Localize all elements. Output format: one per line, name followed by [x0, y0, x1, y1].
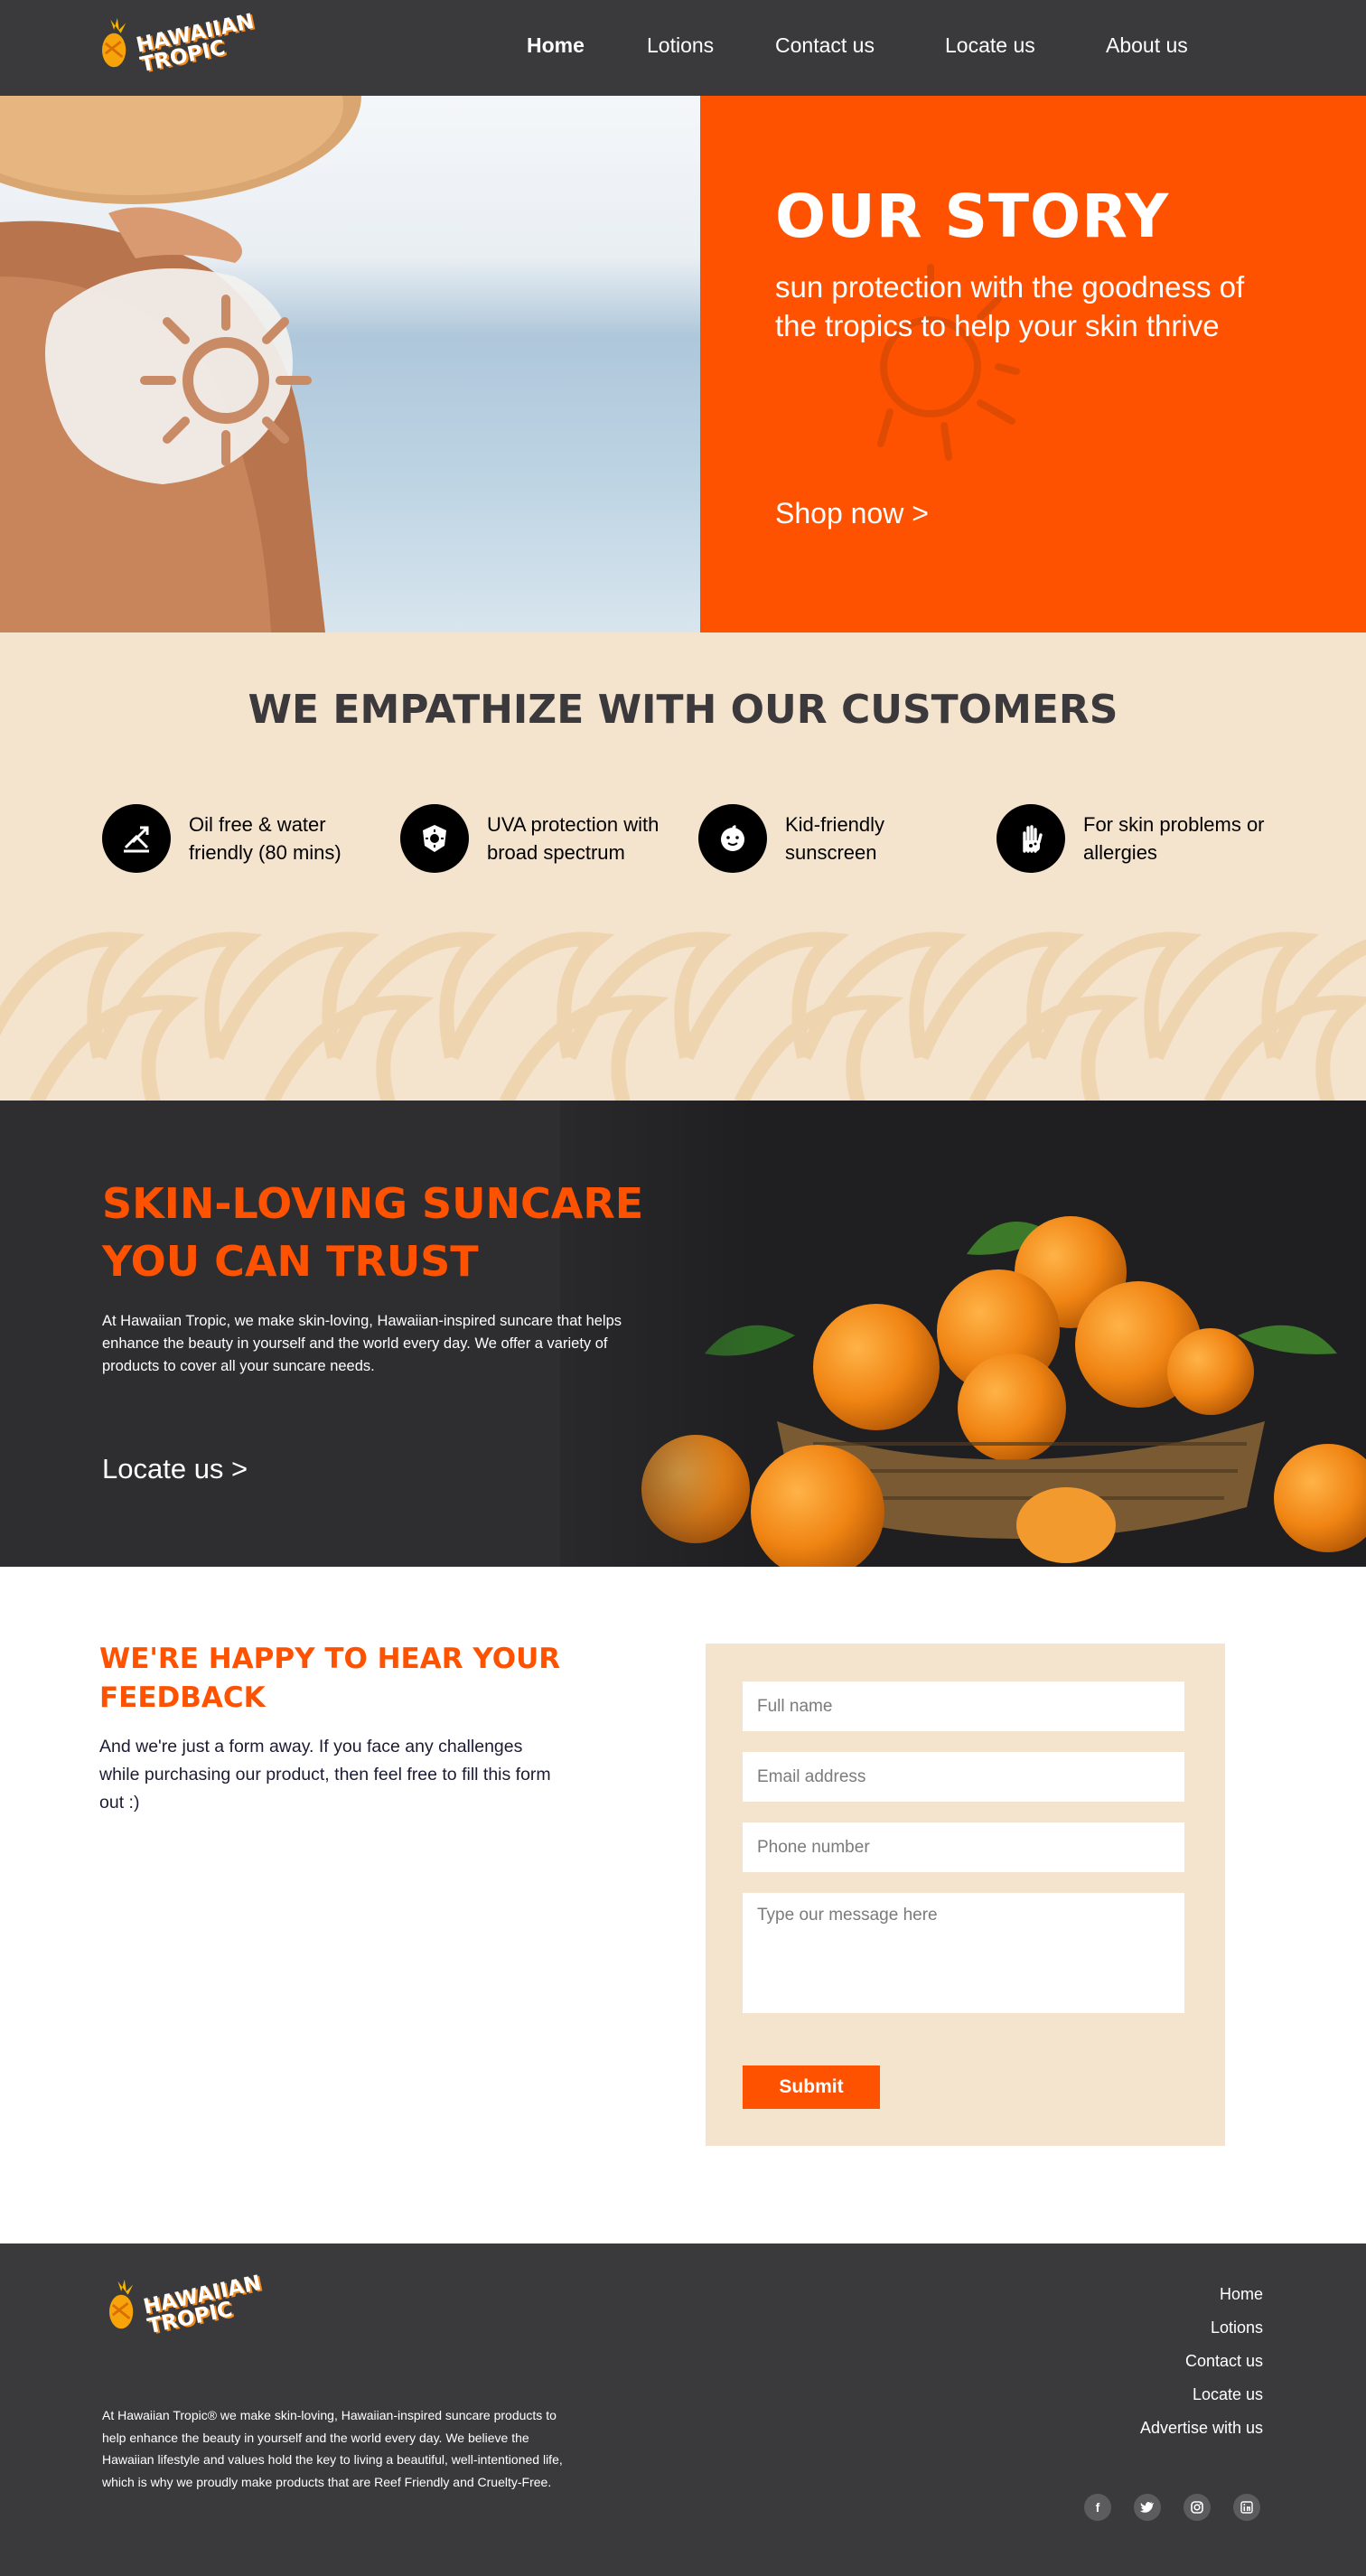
footer-link-home[interactable]: Home [1140, 2278, 1263, 2311]
footer-link-advertise[interactable]: Advertise with us [1140, 2412, 1263, 2445]
locate-us-link[interactable]: Locate us > [102, 1453, 248, 1485]
message-textarea[interactable] [743, 1893, 1184, 2013]
nav-home[interactable]: Home [527, 33, 585, 58]
twitter-icon[interactable] [1134, 2494, 1161, 2521]
empathize-title: WE EMPATHIZE WITH OUR CUSTOMERS [248, 687, 1118, 733]
sunscreen-shoulder-illustration [0, 96, 361, 632]
linkedin-icon[interactable] [1233, 2494, 1260, 2521]
submit-button[interactable]: Submit [743, 2065, 880, 2109]
nav-contact-us[interactable]: Contact us [775, 33, 875, 58]
pineapple-logo-icon [102, 17, 126, 68]
feature-label: UVA protection with broad spectrum [487, 813, 660, 864]
feedback-title: WE'RE HAPPY TO HEAR YOUR FEEDBACK [99, 1643, 561, 1714]
footer-brand-logo[interactable]: HAWAIIAN TROPIC [105, 2272, 264, 2338]
nav-locate-us[interactable]: Locate us [945, 33, 1035, 58]
full-name-input[interactable] [743, 1681, 1184, 1731]
trust-body: At Hawaiian Tropic, we make skin-loving,… [102, 1313, 622, 1374]
trust-title: SKIN-LOVING SUNCARE YOU CAN TRUST [102, 1179, 644, 1286]
baby-face-icon [698, 804, 767, 873]
feedback-form: Submit [706, 1644, 1225, 2146]
email-input[interactable] [743, 1752, 1184, 1802]
hero-panel: OUR STORY sun protection with the goodne… [700, 96, 1366, 632]
footer-link-contact-us[interactable]: Contact us [1140, 2345, 1263, 2378]
feature-water-friendly: Oil free & water friendly (80 mins) [102, 804, 379, 873]
facebook-icon[interactable]: f [1084, 2494, 1111, 2521]
instagram-icon[interactable] [1184, 2494, 1211, 2521]
footer-about-text: At Hawaiian Tropic® we make skin-loving,… [102, 2408, 563, 2489]
brand-logo[interactable]: HAWAIIAN TROPIC [98, 10, 257, 77]
empathize-section: WE EMPATHIZE WITH OUR CUSTOMERS Oil free… [0, 632, 1366, 1101]
feature-label: Oil free & water friendly (80 mins) [189, 813, 342, 864]
site-header: HAWAIIAN TROPIC Home Lotions Contact us … [0, 0, 1366, 96]
feature-skin-problems: For skin problems or allergies [996, 804, 1273, 873]
footer-link-lotions[interactable]: Lotions [1140, 2311, 1263, 2345]
hero-image [0, 96, 700, 632]
nav-about-us[interactable]: About us [1106, 33, 1188, 58]
feature-uva-protection: UVA protection with broad spectrum [400, 804, 677, 873]
pineapple-logo-icon [109, 2279, 134, 2329]
sun-shield-icon [400, 804, 469, 873]
trust-section: SKIN-LOVING SUNCARE YOU CAN TRUST At Haw… [0, 1101, 1366, 1567]
brand-wordmark: HAWAIIAN TROPIC [141, 2271, 264, 2339]
feedback-body: And we're just a form away. If you face … [99, 1737, 551, 1813]
water-resistant-icon [102, 804, 171, 873]
brand-wordmark: HAWAIIAN TROPIC [134, 9, 257, 78]
hero-title: OUR STORY [775, 182, 1170, 251]
shop-now-link[interactable]: Shop now > [775, 497, 929, 530]
site-footer: HAWAIIAN TROPIC At Hawaiian Tropic® we m… [0, 2243, 1366, 2576]
nav-lotions[interactable]: Lotions [647, 33, 714, 58]
hero-subtitle: sun protection with the goodness of the … [775, 270, 1245, 342]
sun-watermark-icon [877, 264, 1020, 461]
phone-input[interactable] [743, 1822, 1184, 1872]
feature-label: Kid-friendly sunscreen [785, 813, 885, 864]
social-links: f [1084, 2494, 1283, 2521]
feature-label: For skin problems or allergies [1083, 813, 1265, 864]
footer-links: Home Lotions Contact us Locate us Advert… [1140, 2278, 1263, 2445]
hand-allergy-icon [996, 804, 1065, 873]
feature-kid-friendly: Kid-friendly sunscreen [698, 804, 975, 873]
footer-link-locate-us[interactable]: Locate us [1140, 2378, 1263, 2412]
